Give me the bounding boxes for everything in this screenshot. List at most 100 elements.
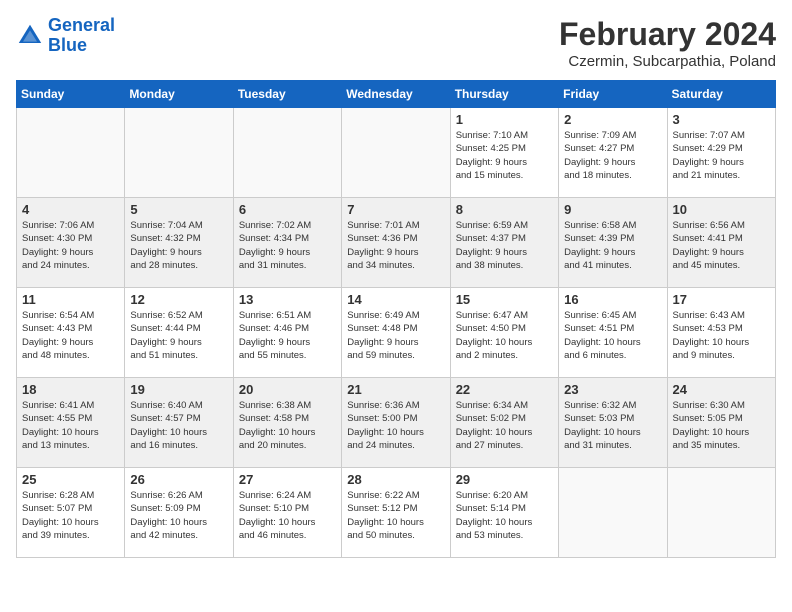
calendar-table: SundayMondayTuesdayWednesdayThursdayFrid… bbox=[16, 80, 776, 558]
week-row-3: 11 Sunrise: 6:54 AM Sunset: 4:43 PM Dayli… bbox=[17, 288, 776, 378]
calendar-cell bbox=[17, 108, 125, 198]
day-info: Sunrise: 6:51 AM Sunset: 4:46 PM Dayligh… bbox=[239, 309, 336, 362]
calendar-cell: 9Sunrise: 6:58 AM Sunset: 4:39 PM Daylig… bbox=[559, 198, 667, 288]
day-info: Sunrise: 6:45 AM Sunset: 4:51 PM Dayligh… bbox=[564, 309, 661, 362]
calendar-cell: 23 Sunrise: 6:32 AM Sunset: 5:03 PM Dayli… bbox=[559, 378, 667, 468]
logo-text-line2: Blue bbox=[48, 36, 115, 56]
week-row-4: 18 Sunrise: 6:41 AM Sunset: 4:55 PM Dayli… bbox=[17, 378, 776, 468]
day-info: Sunrise: 6:41 AM Sunset: 4:55 PM Dayligh… bbox=[22, 399, 119, 452]
day-number: 2 bbox=[564, 112, 661, 127]
month-title: February 2024 bbox=[559, 16, 776, 53]
day-info: Sunrise: 7:07 AM Sunset: 4:29 PM Dayligh… bbox=[673, 129, 770, 182]
day-info: Sunrise: 6:59 AM Sunset: 4:37 PM Dayligh… bbox=[456, 219, 553, 272]
calendar-cell: 4 Sunrise: 7:06 AM Sunset: 4:30 PM Daylig… bbox=[17, 198, 125, 288]
day-number: 27 bbox=[239, 472, 336, 487]
day-number: 15 bbox=[456, 292, 553, 307]
calendar-cell: 26Sunrise: 6:26 AM Sunset: 5:09 PM Dayli… bbox=[125, 468, 233, 558]
calendar-cell: 1 Sunrise: 7:10 AM Sunset: 4:25 PM Daylig… bbox=[450, 108, 558, 198]
day-info: Sunrise: 7:01 AM Sunset: 4:36 PM Dayligh… bbox=[347, 219, 444, 272]
calendar-cell: 14 Sunrise: 6:49 AM Sunset: 4:48 PM Dayli… bbox=[342, 288, 450, 378]
week-row-5: 25 Sunrise: 6:28 AM Sunset: 5:07 PM Dayli… bbox=[17, 468, 776, 558]
day-number: 8 bbox=[456, 202, 553, 217]
calendar-cell: 19 Sunrise: 6:40 AM Sunset: 4:57 PM Dayli… bbox=[125, 378, 233, 468]
calendar-body: 1 Sunrise: 7:10 AM Sunset: 4:25 PM Daylig… bbox=[17, 108, 776, 558]
day-number: 5 bbox=[130, 202, 227, 217]
day-info: Sunrise: 6:47 AM Sunset: 4:50 PM Dayligh… bbox=[456, 309, 553, 362]
day-number: 19 bbox=[130, 382, 227, 397]
calendar-cell bbox=[342, 108, 450, 198]
day-number: 6 bbox=[239, 202, 336, 217]
day-info: Sunrise: 6:36 AM Sunset: 5:00 PM Dayligh… bbox=[347, 399, 444, 452]
calendar-cell bbox=[233, 108, 341, 198]
day-info: Sunrise: 6:40 AM Sunset: 4:57 PM Dayligh… bbox=[130, 399, 227, 452]
day-number: 17 bbox=[673, 292, 770, 307]
day-number: 26 bbox=[130, 472, 227, 487]
weekday-header-saturday: Saturday bbox=[667, 81, 775, 108]
calendar-cell: 16Sunrise: 6:45 AM Sunset: 4:51 PM Dayli… bbox=[559, 288, 667, 378]
day-info: Sunrise: 6:24 AM Sunset: 5:10 PM Dayligh… bbox=[239, 489, 336, 542]
day-number: 25 bbox=[22, 472, 119, 487]
day-number: 13 bbox=[239, 292, 336, 307]
calendar-cell: 15 Sunrise: 6:47 AM Sunset: 4:50 PM Dayli… bbox=[450, 288, 558, 378]
day-number: 10 bbox=[673, 202, 770, 217]
calendar-cell: 29Sunrise: 6:20 AM Sunset: 5:14 PM Dayli… bbox=[450, 468, 558, 558]
calendar-cell: 11 Sunrise: 6:54 AM Sunset: 4:43 PM Dayli… bbox=[17, 288, 125, 378]
calendar-cell: 2 Sunrise: 7:09 AM Sunset: 4:27 PM Daylig… bbox=[559, 108, 667, 198]
day-info: Sunrise: 6:22 AM Sunset: 5:12 PM Dayligh… bbox=[347, 489, 444, 542]
logo: General Blue bbox=[16, 16, 115, 56]
day-number: 18 bbox=[22, 382, 119, 397]
day-info: Sunrise: 6:43 AM Sunset: 4:53 PM Dayligh… bbox=[673, 309, 770, 362]
calendar-cell: 6 Sunrise: 7:02 AM Sunset: 4:34 PM Daylig… bbox=[233, 198, 341, 288]
day-info: Sunrise: 6:54 AM Sunset: 4:43 PM Dayligh… bbox=[22, 309, 119, 362]
calendar-cell: 12Sunrise: 6:52 AM Sunset: 4:44 PM Dayli… bbox=[125, 288, 233, 378]
weekday-row: SundayMondayTuesdayWednesdayThursdayFrid… bbox=[17, 81, 776, 108]
day-number: 7 bbox=[347, 202, 444, 217]
weekday-header-tuesday: Tuesday bbox=[233, 81, 341, 108]
page-header: General Blue February 2024 Czermin, Subc… bbox=[16, 16, 776, 70]
day-info: Sunrise: 7:10 AM Sunset: 4:25 PM Dayligh… bbox=[456, 129, 553, 182]
calendar-cell: 3Sunrise: 7:07 AM Sunset: 4:29 PM Daylig… bbox=[667, 108, 775, 198]
day-info: Sunrise: 7:04 AM Sunset: 4:32 PM Dayligh… bbox=[130, 219, 227, 272]
calendar-cell: 20 Sunrise: 6:38 AM Sunset: 4:58 PM Dayli… bbox=[233, 378, 341, 468]
calendar-cell: 13 Sunrise: 6:51 AM Sunset: 4:46 PM Dayli… bbox=[233, 288, 341, 378]
day-info: Sunrise: 6:28 AM Sunset: 5:07 PM Dayligh… bbox=[22, 489, 119, 542]
day-number: 1 bbox=[456, 112, 553, 127]
logo-text-line1: General bbox=[48, 16, 115, 36]
day-info: Sunrise: 6:38 AM Sunset: 4:58 PM Dayligh… bbox=[239, 399, 336, 452]
day-number: 9 bbox=[564, 202, 661, 217]
title-area: February 2024 Czermin, Subcarpathia, Pol… bbox=[559, 16, 776, 70]
day-number: 22 bbox=[456, 382, 553, 397]
day-number: 21 bbox=[347, 382, 444, 397]
weekday-header-thursday: Thursday bbox=[450, 81, 558, 108]
day-number: 28 bbox=[347, 472, 444, 487]
day-info: Sunrise: 6:52 AM Sunset: 4:44 PM Dayligh… bbox=[130, 309, 227, 362]
day-info: Sunrise: 6:32 AM Sunset: 5:03 PM Dayligh… bbox=[564, 399, 661, 452]
weekday-header-friday: Friday bbox=[559, 81, 667, 108]
calendar-cell: 27 Sunrise: 6:24 AM Sunset: 5:10 PM Dayli… bbox=[233, 468, 341, 558]
day-number: 20 bbox=[239, 382, 336, 397]
calendar-cell: 8 Sunrise: 6:59 AM Sunset: 4:37 PM Daylig… bbox=[450, 198, 558, 288]
day-info: Sunrise: 6:20 AM Sunset: 5:14 PM Dayligh… bbox=[456, 489, 553, 542]
calendar-cell bbox=[667, 468, 775, 558]
day-number: 11 bbox=[22, 292, 119, 307]
calendar-cell: 22 Sunrise: 6:34 AM Sunset: 5:02 PM Dayli… bbox=[450, 378, 558, 468]
weekday-header-wednesday: Wednesday bbox=[342, 81, 450, 108]
day-info: Sunrise: 7:06 AM Sunset: 4:30 PM Dayligh… bbox=[22, 219, 119, 272]
calendar-cell: 18 Sunrise: 6:41 AM Sunset: 4:55 PM Dayli… bbox=[17, 378, 125, 468]
day-number: 14 bbox=[347, 292, 444, 307]
day-info: Sunrise: 6:49 AM Sunset: 4:48 PM Dayligh… bbox=[347, 309, 444, 362]
calendar-cell: 17 Sunrise: 6:43 AM Sunset: 4:53 PM Dayli… bbox=[667, 288, 775, 378]
day-number: 23 bbox=[564, 382, 661, 397]
day-info: Sunrise: 7:02 AM Sunset: 4:34 PM Dayligh… bbox=[239, 219, 336, 272]
logo-icon bbox=[16, 22, 44, 50]
location-subtitle: Czermin, Subcarpathia, Poland bbox=[559, 53, 776, 70]
calendar-cell: 28 Sunrise: 6:22 AM Sunset: 5:12 PM Dayli… bbox=[342, 468, 450, 558]
calendar-cell: 21 Sunrise: 6:36 AM Sunset: 5:00 PM Dayli… bbox=[342, 378, 450, 468]
day-info: Sunrise: 7:09 AM Sunset: 4:27 PM Dayligh… bbox=[564, 129, 661, 182]
day-number: 4 bbox=[22, 202, 119, 217]
calendar-cell: 7 Sunrise: 7:01 AM Sunset: 4:36 PM Daylig… bbox=[342, 198, 450, 288]
day-info: Sunrise: 6:34 AM Sunset: 5:02 PM Dayligh… bbox=[456, 399, 553, 452]
calendar-cell: 24Sunrise: 6:30 AM Sunset: 5:05 PM Dayli… bbox=[667, 378, 775, 468]
calendar-cell bbox=[559, 468, 667, 558]
day-info: Sunrise: 6:30 AM Sunset: 5:05 PM Dayligh… bbox=[673, 399, 770, 452]
